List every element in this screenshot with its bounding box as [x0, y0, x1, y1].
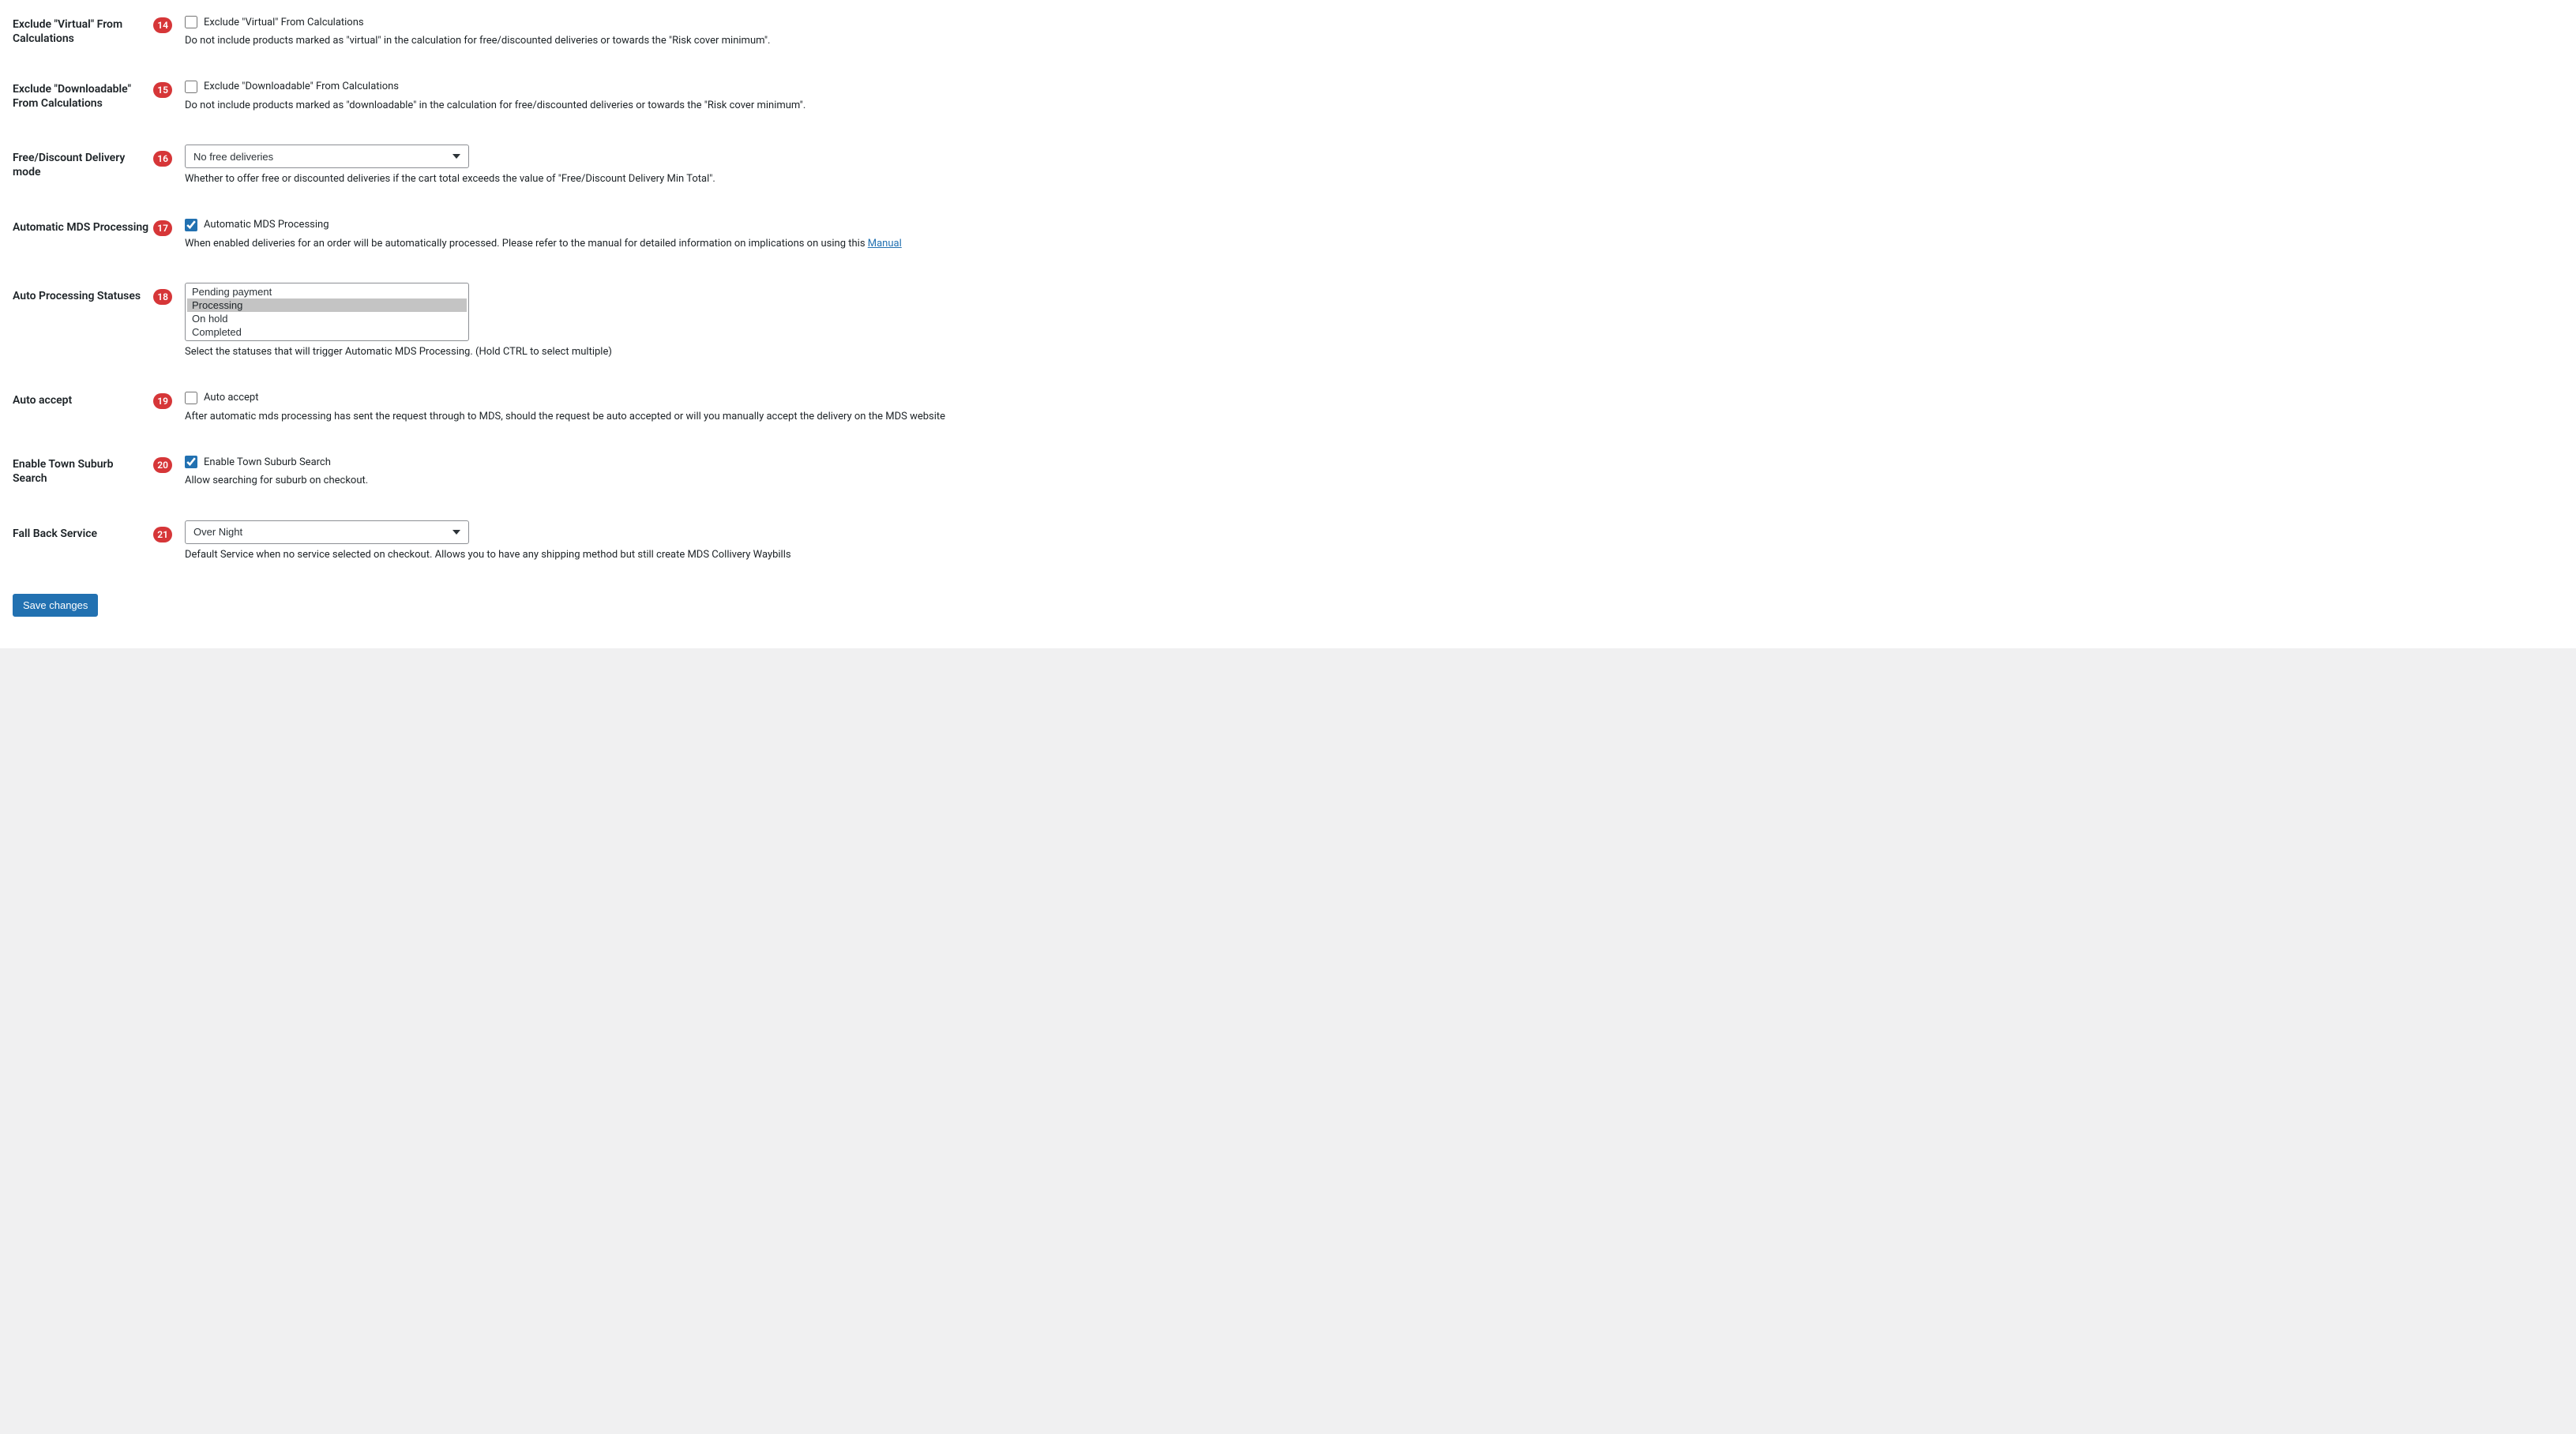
- label-exclude-downloadable: Exclude "Downloadable" From Calculations: [13, 82, 148, 111]
- row-auto-mds: Automatic MDS Processing 17 Automatic MD…: [13, 219, 2563, 252]
- label-delivery-mode: Free/Discount Delivery mode: [13, 151, 148, 179]
- row-exclude-downloadable: Exclude "Downloadable" From Calculations…: [13, 81, 2563, 114]
- label-exclude-virtual: Exclude "Virtual" From Calculations: [13, 17, 148, 46]
- desc-town-search: Allow searching for suburb on checkout.: [185, 473, 2563, 489]
- badge-19: 19: [153, 393, 172, 409]
- settings-form: Exclude "Virtual" From Calculations 14 E…: [0, 0, 2576, 648]
- row-fallback: Fall Back Service 21 Over Night Default …: [13, 520, 2563, 563]
- check-label-exclude-downloadable: Exclude "Downloadable" From Calculations: [204, 81, 399, 92]
- desc-exclude-downloadable: Do not include products marked as "downl…: [185, 98, 2563, 114]
- row-auto-statuses: Auto Processing Statuses 18 Pending paym…: [13, 283, 2563, 360]
- row-town-search: Enable Town Suburb Search 20 Enable Town…: [13, 456, 2563, 489]
- select-delivery-mode[interactable]: No free deliveries: [185, 145, 469, 168]
- select-fallback[interactable]: Over Night: [185, 520, 469, 544]
- row-auto-accept: Auto accept 19 Auto accept After automat…: [13, 392, 2563, 425]
- desc-exclude-virtual: Do not include products marked as "virtu…: [185, 33, 2563, 49]
- desc-auto-mds-text: When enabled deliveries for an order wil…: [185, 238, 868, 250]
- badge-17: 17: [153, 220, 172, 236]
- checkbox-auto-accept[interactable]: [185, 392, 197, 404]
- select-auto-statuses[interactable]: Pending paymentProcessingOn holdComplete…: [185, 283, 469, 341]
- label-town-search: Enable Town Suburb Search: [13, 457, 148, 486]
- check-label-exclude-virtual: Exclude "Virtual" From Calculations: [204, 17, 364, 28]
- label-auto-mds: Automatic MDS Processing: [13, 220, 148, 235]
- label-fallback: Fall Back Service: [13, 527, 97, 541]
- checkbox-town-search[interactable]: [185, 456, 197, 468]
- row-exclude-virtual: Exclude "Virtual" From Calculations 14 E…: [13, 16, 2563, 49]
- check-label-auto-mds: Automatic MDS Processing: [204, 219, 329, 231]
- badge-20: 20: [153, 457, 172, 473]
- checkbox-auto-mds[interactable]: [185, 219, 197, 231]
- desc-delivery-mode: Whether to offer free or discounted deli…: [185, 171, 2563, 187]
- badge-15: 15: [153, 82, 172, 98]
- checkbox-exclude-virtual[interactable]: [185, 16, 197, 28]
- check-label-auto-accept: Auto accept: [204, 392, 258, 404]
- desc-fallback: Default Service when no service selected…: [185, 547, 2563, 563]
- manual-link[interactable]: Manual: [868, 238, 902, 250]
- row-delivery-mode: Free/Discount Delivery mode 16 No free d…: [13, 145, 2563, 187]
- badge-18: 18: [153, 289, 172, 305]
- checkbox-exclude-downloadable[interactable]: [185, 81, 197, 93]
- save-button[interactable]: Save changes: [13, 594, 98, 617]
- label-auto-statuses: Auto Processing Statuses: [13, 289, 141, 303]
- badge-16: 16: [153, 151, 172, 167]
- check-label-town-search: Enable Town Suburb Search: [204, 456, 331, 468]
- desc-auto-mds: When enabled deliveries for an order wil…: [185, 236, 2563, 252]
- desc-auto-accept: After automatic mds processing has sent …: [185, 409, 2563, 425]
- label-auto-accept: Auto accept: [13, 393, 72, 407]
- badge-14: 14: [153, 17, 172, 33]
- badge-21: 21: [153, 527, 172, 542]
- desc-auto-statuses: Select the statuses that will trigger Au…: [185, 344, 2563, 360]
